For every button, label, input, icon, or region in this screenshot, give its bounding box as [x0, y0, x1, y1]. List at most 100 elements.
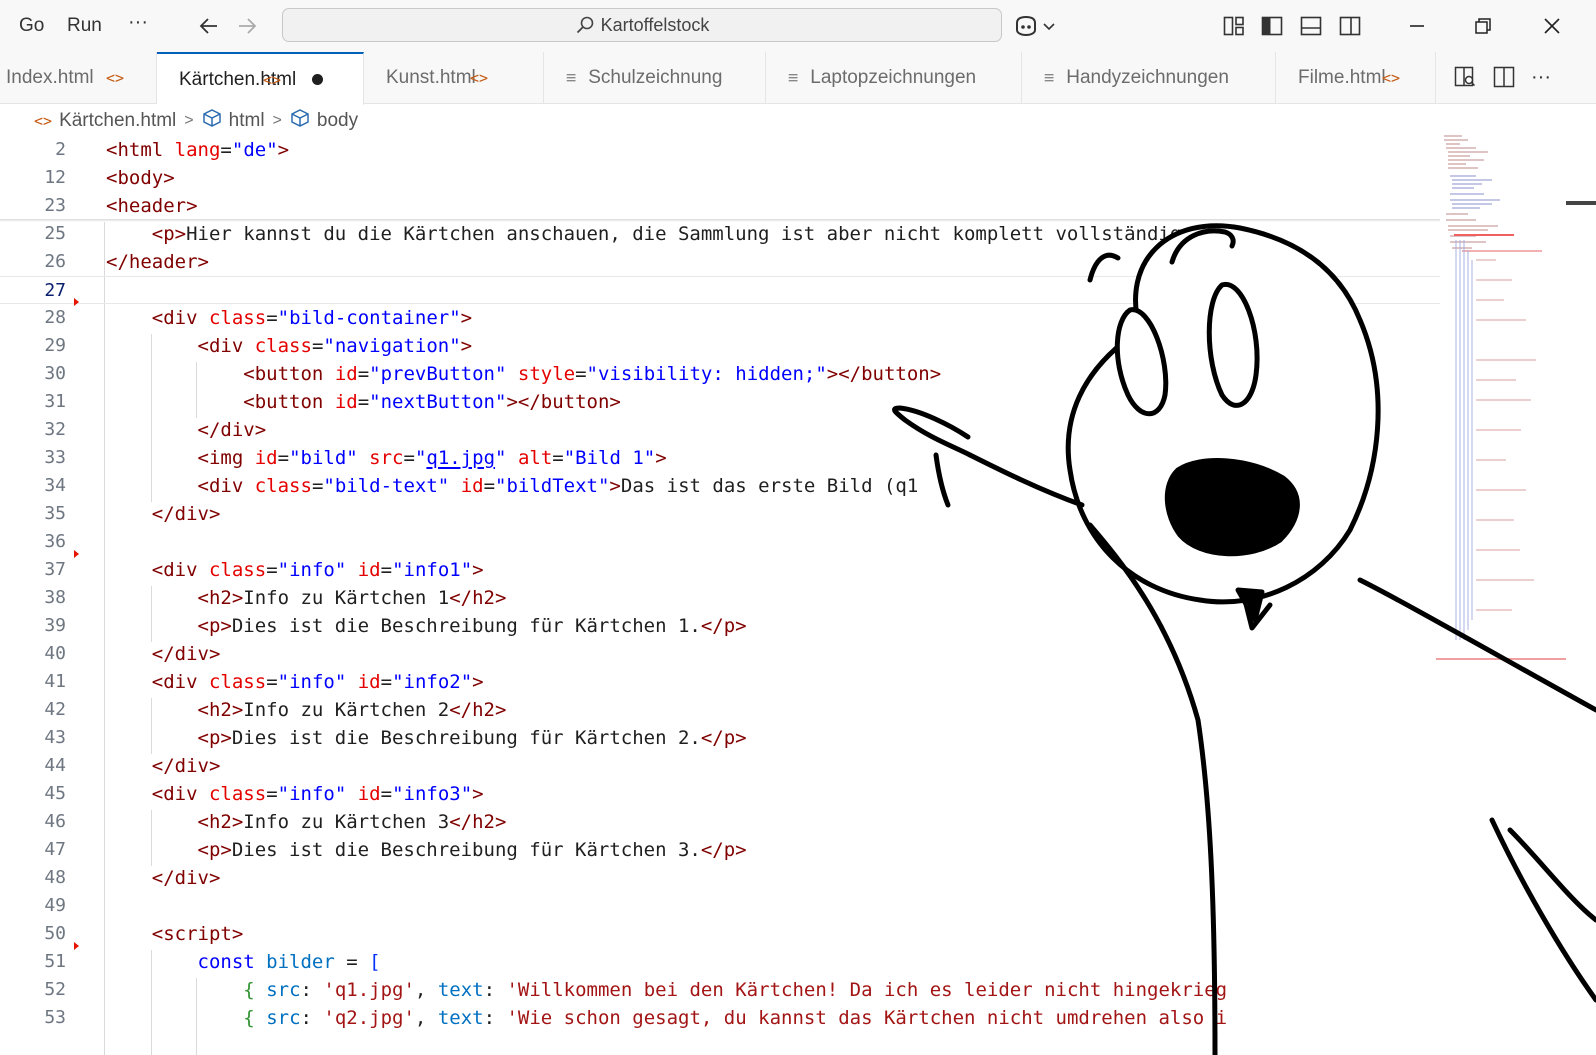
- chevron-down-icon[interactable]: [1040, 13, 1058, 39]
- code-line: 23 <header>: [0, 192, 1440, 220]
- code-icon: <>: [263, 70, 282, 89]
- restore-icon[interactable]: [1470, 13, 1496, 39]
- code-line: 37 <div class="info" id="info1">: [0, 556, 1440, 584]
- breadcrumb-body[interactable]: body: [317, 110, 358, 132]
- tab-kunst-html[interactable]: <> Kunst.html: [364, 52, 544, 104]
- unsaved-dot-icon[interactable]: [312, 74, 324, 85]
- code-line: 49: [0, 892, 1440, 920]
- code-line: 39 <p>Dies ist die Beschreibung für Kärt…: [0, 612, 1440, 640]
- code-line: 2 <html lang="de">: [0, 136, 1440, 164]
- code-line: 40 </div>: [0, 640, 1440, 668]
- line-number: 41: [44, 671, 66, 692]
- copilot-icon[interactable]: [1012, 13, 1040, 39]
- line-number: 26: [44, 251, 66, 272]
- tab-label: Handyzeichnungen: [1066, 67, 1229, 88]
- line-code: { src: 'q2.jpg', text: 'Wie schon gesagt…: [243, 1007, 1228, 1029]
- line-code: <p>Dies ist die Beschreibung für Kärtche…: [197, 615, 747, 637]
- command-center-search[interactable]: Kartoffelstock: [282, 8, 1002, 42]
- line-number: 44: [44, 755, 66, 776]
- code-icon: <>: [470, 69, 489, 87]
- code-line: 41 <div class="info" id="info2">: [0, 668, 1440, 696]
- tab-handyzeichnungen[interactable]: ≡ Handyzeichnungen: [1022, 52, 1276, 104]
- tab-kaertchen-html[interactable]: <> Kärtchen.html: [157, 52, 364, 105]
- line-code: <header>: [106, 195, 198, 217]
- breadcrumb-html[interactable]: html: [229, 110, 265, 132]
- menu-more[interactable]: ···: [128, 11, 148, 34]
- code-line: 36: [0, 528, 1440, 556]
- menu-go[interactable]: Go: [19, 15, 44, 37]
- line-code: const bilder = [: [197, 951, 381, 973]
- more-actions-icon[interactable]: ···: [1528, 64, 1554, 90]
- line-code: </div>: [151, 755, 221, 777]
- toggle-primary-sidebar-icon[interactable]: [1259, 13, 1285, 39]
- line-number: 25: [44, 223, 66, 244]
- customize-layout-icon[interactable]: [1221, 13, 1247, 39]
- code-line: 28 <div class="bild-container">: [0, 304, 1440, 332]
- back-arrow-icon[interactable]: [196, 13, 222, 39]
- code-editor[interactable]: 2 <html lang="de"> 12 <body> 23 <header> 25…: [0, 136, 1440, 1055]
- line-code: <button id="prevButton" style="visibilit…: [243, 363, 942, 385]
- line-number: 2: [55, 139, 66, 160]
- cube-icon: [202, 109, 222, 133]
- minimap[interactable]: [1436, 130, 1566, 670]
- tab-filme-html[interactable]: <> Filme.html: [1276, 52, 1436, 104]
- line-code: <script>: [151, 923, 244, 945]
- search-text: Kartoffelstock: [600, 15, 710, 35]
- close-icon[interactable]: [1539, 13, 1565, 39]
- cube-icon: [290, 109, 310, 133]
- line-number: 52: [44, 979, 66, 1000]
- menu-run[interactable]: Run: [67, 15, 102, 37]
- line-number: 28: [44, 307, 66, 328]
- line-code: </div>: [197, 419, 267, 441]
- code-line: 26 </header>: [0, 248, 1440, 276]
- tab-laptopzeichnungen[interactable]: ≡ Laptopzeichnungen: [766, 52, 1022, 104]
- line-number: 12: [44, 167, 66, 188]
- code-line: 44 </div>: [0, 752, 1440, 780]
- breadcrumb-file[interactable]: Kärtchen.html: [59, 110, 176, 132]
- toggle-panel-icon[interactable]: [1298, 13, 1324, 39]
- line-code: <div class="bild-text" id="bildText">Das…: [197, 475, 919, 497]
- line-number: 32: [44, 419, 66, 440]
- line-code: <div class="info" id="info1">: [151, 559, 484, 581]
- line-number: 33: [44, 447, 66, 468]
- code-line: 25 <p>Hier kannst du die Kärtchen anscha…: [0, 220, 1440, 248]
- title-bar: Go Run ··· Kartoffelstock: [0, 0, 1596, 52]
- scrollbar-thumb[interactable]: [1566, 200, 1596, 206]
- line-number: 30: [44, 363, 66, 384]
- tab-schulzeichnung[interactable]: ≡ Schulzeichnung: [544, 52, 766, 104]
- line-number: 53: [44, 1007, 66, 1028]
- line-code: <button id="nextButton"></button>: [243, 391, 621, 413]
- line-number: 42: [44, 699, 66, 720]
- line-number: 37: [44, 559, 66, 580]
- line-code: </div>: [151, 867, 221, 889]
- code-line: 42 <h2>Info zu Kärtchen 2</h2>: [0, 696, 1440, 724]
- code-line: 48 </div>: [0, 864, 1440, 892]
- tab-index-html[interactable]: <> Index.html: [0, 52, 157, 104]
- line-code: <p>Hier kannst du die Kärtchen anschauen…: [151, 223, 1228, 245]
- line-code: <p>Dies ist die Beschreibung für Kärtche…: [197, 839, 747, 861]
- code-line: 47 <p>Dies ist die Beschreibung für Kärt…: [0, 836, 1440, 864]
- line-number: 48: [44, 867, 66, 888]
- code-line: 51 const bilder = [: [0, 948, 1440, 976]
- lines-icon: ≡: [788, 68, 799, 88]
- line-code: </div>: [151, 643, 221, 665]
- tab-label: Kunst.html: [386, 67, 476, 88]
- tab-label: Laptopzeichnungen: [810, 67, 977, 88]
- line-code: <div class="navigation">: [197, 335, 473, 357]
- line-number: 36: [44, 531, 66, 552]
- line-number: 29: [44, 335, 66, 356]
- line-number: 45: [44, 783, 66, 804]
- code-line: 12 <body>: [0, 164, 1440, 192]
- line-code: <div class="info" id="info2">: [151, 671, 484, 693]
- tab-label: Schulzeichnung: [588, 67, 723, 88]
- line-code: <p>Dies ist die Beschreibung für Kärtche…: [197, 727, 747, 749]
- line-code: { src: 'q1.jpg', text: 'Willkommen bei d…: [243, 979, 1228, 1001]
- minimize-icon[interactable]: [1404, 13, 1430, 39]
- forward-arrow-icon[interactable]: [234, 13, 260, 39]
- open-preview-icon[interactable]: [1452, 64, 1478, 90]
- current-line: 27: [0, 276, 1440, 304]
- toggle-secondary-sidebar-icon[interactable]: [1337, 13, 1363, 39]
- split-editor-icon[interactable]: [1491, 64, 1517, 90]
- code-line: 45 <div class="info" id="info3">: [0, 780, 1440, 808]
- lines-icon: ≡: [1044, 68, 1055, 88]
